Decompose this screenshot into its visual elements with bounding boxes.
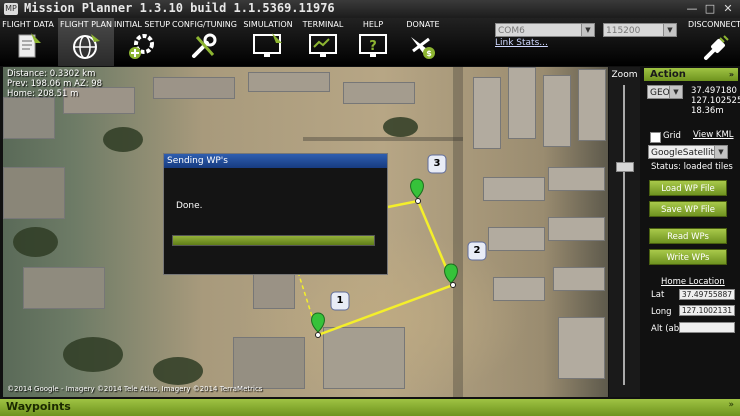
menu-flight-plan[interactable]: FLIGHT PLAN	[58, 18, 114, 66]
home-alt-field[interactable]	[679, 322, 735, 333]
port-select[interactable]: COM6 ▼	[495, 23, 595, 37]
progress-bar	[172, 235, 375, 246]
write-wps-button[interactable]: Write WPs	[649, 249, 727, 265]
cursor-alt: 18.36m	[691, 106, 724, 116]
app-logo-icon: MP	[4, 3, 18, 15]
status-text: Status: loaded tiles	[651, 162, 733, 172]
coord-mode-select[interactable]: GEO ▼	[647, 85, 683, 99]
config-wrench-icon	[192, 33, 217, 58]
chevron-down-icon: ▼	[581, 24, 594, 36]
waypoint-3-label[interactable]: 3	[428, 155, 446, 173]
menu-initial-setup[interactable]: INITIAL SETUP	[114, 18, 170, 66]
prev-text: Prev: 198.06 m AZ: 98	[7, 79, 103, 89]
waypoints-bar[interactable]: Waypoints »	[0, 399, 740, 416]
home-long-field[interactable]: 127.1002131	[679, 305, 735, 316]
map-copyright: ©2014 Google - Imagery ©2014 Tele Atlas,…	[7, 385, 263, 393]
svg-text:?: ?	[369, 39, 377, 54]
sending-wps-dialog: Sending WP's Done.	[163, 153, 388, 275]
chevron-down-icon: ▼	[669, 86, 682, 98]
donate-plane-icon: $	[411, 37, 435, 59]
home-long-label: Long	[651, 307, 672, 317]
flight-plan-globe-icon	[73, 34, 100, 59]
action-header[interactable]: Action »	[644, 68, 738, 81]
menu-terminal[interactable]: TERMINAL	[300, 18, 346, 66]
link-stats-link[interactable]: Link Stats...	[495, 38, 548, 48]
collapse-chevron-icon: »	[728, 70, 734, 79]
terminal-monitor-icon	[309, 34, 337, 57]
map-provider-select[interactable]: GoogleSatelliteM ▼	[648, 145, 728, 159]
waypoints-label: Waypoints	[6, 400, 71, 413]
main-menu-bar: FLIGHT DATA FLIGHT PLAN INITIAL SETUP CO…	[0, 18, 740, 66]
waypoint-2-label[interactable]: 2	[468, 242, 486, 260]
zoom-track[interactable]	[623, 85, 625, 385]
home-lat-label: Lat	[651, 290, 665, 300]
window-title: Mission Planner 1.3.10 build 1.1.5369.11…	[24, 1, 335, 15]
zoom-panel: Zoom	[609, 67, 640, 397]
disconnect-label[interactable]: DISCONNECT	[688, 20, 740, 29]
minimize-button[interactable]: —	[684, 2, 700, 16]
close-button[interactable]: ✕	[720, 2, 736, 16]
waypoint-1-label[interactable]: 1	[331, 292, 349, 310]
menu-config-tuning[interactable]: CONFIG/TUNING	[172, 18, 237, 66]
simulation-monitor-icon	[253, 33, 282, 57]
flight-data-icon	[18, 33, 41, 58]
help-monitor-icon: ?	[359, 34, 387, 57]
menu-help[interactable]: HELP ?	[348, 18, 398, 66]
progress-fill	[173, 236, 374, 245]
svg-text:$: $	[426, 49, 432, 58]
home-text: Home: 208.51 m	[7, 89, 79, 99]
cursor-lat: 37.497180	[691, 86, 737, 96]
title-bar: MP Mission Planner 1.3.10 build 1.1.5369…	[0, 0, 740, 18]
disconnect-plug-icon[interactable]	[700, 34, 730, 64]
zoom-label: Zoom	[611, 70, 638, 80]
zoom-slider-thumb[interactable]	[616, 162, 634, 172]
action-panel: Action » GEO ▼ 37.497180 127.102525 18.3…	[641, 67, 740, 397]
chevron-down-icon: ▼	[714, 146, 727, 158]
view-kml-link[interactable]: View KML	[693, 130, 734, 140]
read-wps-button[interactable]: Read WPs	[649, 228, 727, 244]
dialog-title: Sending WP's	[164, 154, 387, 168]
menu-flight-data[interactable]: FLIGHT DATA	[0, 18, 56, 66]
grid-label: Grid	[663, 131, 681, 141]
cursor-lng: 127.102525	[691, 96, 740, 106]
baud-select[interactable]: 115200 ▼	[603, 23, 677, 37]
grid-checkbox[interactable]	[650, 132, 661, 143]
maximize-button[interactable]: □	[702, 2, 718, 16]
expand-chevron-icon: »	[728, 400, 734, 410]
menu-simulation[interactable]: SIMULATION	[238, 18, 298, 66]
distance-text: Distance: 0.3302 km	[7, 69, 96, 79]
home-lat-field[interactable]: 37.49755887	[679, 289, 735, 300]
menu-donate[interactable]: DONATE $	[400, 18, 446, 66]
save-wp-file-button[interactable]: Save WP File	[649, 201, 727, 217]
initial-setup-gear-icon	[129, 34, 154, 59]
home-location-label: Home Location	[661, 277, 725, 287]
chevron-down-icon: ▼	[663, 24, 676, 36]
map-distance-info: Distance: 0.3302 km Prev: 198.06 m AZ: 9…	[7, 69, 102, 99]
load-wp-file-button[interactable]: Load WP File	[649, 180, 727, 196]
dialog-message: Done.	[176, 201, 203, 211]
